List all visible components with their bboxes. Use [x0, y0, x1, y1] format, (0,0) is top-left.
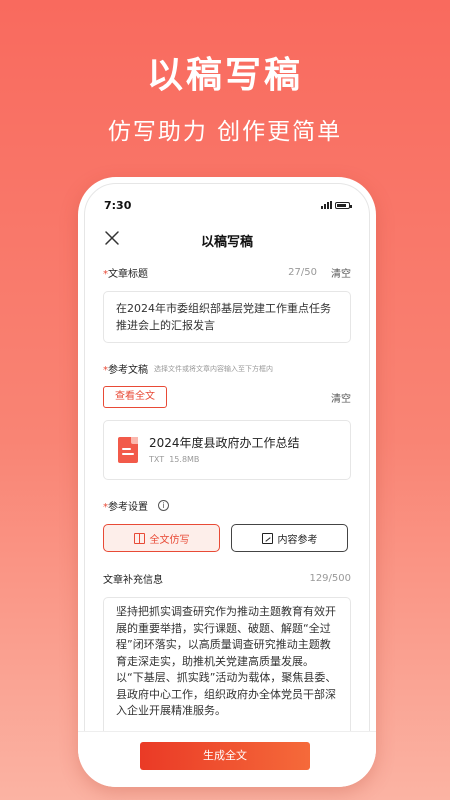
promo-subline: 仿写助力 创作更简单: [107, 119, 343, 145]
status-icons: [321, 201, 352, 209]
reference-doc-clear-button[interactable]: 清空: [331, 390, 351, 405]
edit-document-icon: [261, 532, 273, 544]
reference-file-card[interactable]: 2024年度县政府办工作总结 TXT 15.8MB: [103, 420, 351, 480]
reference-settings-label-text: 参考设置: [108, 502, 148, 513]
article-title-counter: 27/50: [288, 267, 317, 278]
battery-icon: [335, 201, 352, 209]
supplement-counter: 129/500: [309, 573, 351, 584]
promo-headline: 以稿写稿: [146, 55, 303, 96]
full-copy-label: 全文仿写: [149, 534, 190, 546]
nav-bar: 以稿写稿: [78, 225, 376, 253]
content-reference-option[interactable]: 内容参考: [231, 524, 348, 552]
content-reference-label: 内容参考: [277, 534, 318, 546]
phone-mockup: 7:30 以稿写稿 *文章标题 27/50 清空 在2024年市委组织部基层党建…: [78, 177, 376, 787]
book-icon: [133, 532, 145, 544]
document-file-icon: [118, 437, 138, 463]
signal-icon: [321, 201, 332, 209]
supplement-label: 文章补充信息: [103, 575, 163, 586]
reference-file-size: 15.8MB: [169, 455, 200, 464]
reference-file-type: TXT: [149, 455, 165, 464]
status-time: 7:30: [104, 199, 132, 212]
generate-full-text-button[interactable]: 生成全文: [140, 742, 310, 770]
article-title-clear-button[interactable]: 清空: [331, 265, 351, 280]
article-title-header: *文章标题 27/50 清空: [103, 265, 351, 280]
reference-file-meta: TXT 15.8MB: [149, 455, 199, 464]
reference-settings-header: *参考设置 i: [103, 498, 351, 513]
reference-doc-label-text: 参考文稿: [108, 365, 148, 376]
full-copy-option[interactable]: 全文仿写: [103, 524, 220, 552]
article-title-label: *文章标题: [103, 265, 148, 280]
article-title-input[interactable]: 在2024年市委组织部基层党建工作重点任务推进会上的汇报发言: [103, 291, 351, 343]
reference-doc-header: *参考文稿 选择文件或将文章内容输入至下方框内: [103, 361, 351, 377]
page-title: 以稿写稿: [200, 235, 253, 250]
reference-doc-label: *参考文稿: [103, 361, 148, 376]
bottom-action-bar: 生成全文: [78, 731, 376, 787]
status-bar: 7:30: [78, 177, 376, 217]
article-title-label-text: 文章标题: [108, 269, 148, 280]
reference-file-name: 2024年度县政府办工作总结: [149, 436, 300, 450]
supplement-header: 文章补充信息 129/500: [103, 571, 351, 586]
reference-doc-hint: 选择文件或将文章内容输入至下方框内: [154, 364, 273, 373]
reference-doc-actions: 清空: [103, 390, 351, 405]
reference-settings-label: *参考设置: [103, 498, 148, 513]
info-icon[interactable]: i: [158, 500, 169, 511]
supplement-textarea[interactable]: 坚持把抓实调查研究作为推动主题教育有效开展的重要举措，实行课题、破题、解题“全过…: [103, 597, 351, 737]
